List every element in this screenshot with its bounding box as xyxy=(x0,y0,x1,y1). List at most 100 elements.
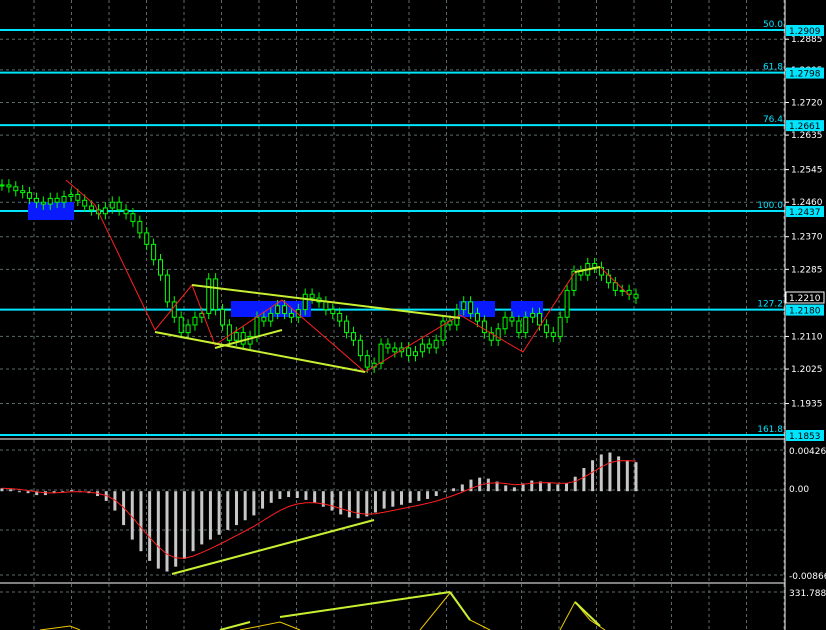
candle-body xyxy=(82,199,88,207)
macd-bar xyxy=(17,491,21,493)
macd-bar xyxy=(469,479,473,492)
candle-body xyxy=(509,316,515,322)
macd-bar xyxy=(443,491,447,493)
macd-bar xyxy=(452,488,456,492)
candle-body xyxy=(337,312,343,322)
candle-body xyxy=(468,301,474,314)
macd-bar xyxy=(339,491,343,515)
candle-body xyxy=(61,195,67,203)
macd-bar xyxy=(295,491,299,498)
candle-body xyxy=(123,209,129,215)
candle-body xyxy=(144,232,150,245)
candle-body xyxy=(151,243,157,261)
macd-bar xyxy=(382,491,386,509)
macd-bar xyxy=(547,482,551,492)
macd-bar xyxy=(582,467,586,492)
macd-bar xyxy=(208,491,212,540)
candle-body xyxy=(412,351,418,357)
candle-body xyxy=(75,194,81,201)
fib-ratio-label: 61.8 xyxy=(763,63,783,73)
macd-bar xyxy=(634,462,638,492)
candle-body xyxy=(392,347,398,353)
price-tick-label: 1.2635 xyxy=(791,131,823,141)
current-price-label: 1.2210 xyxy=(789,294,821,304)
macd-bar xyxy=(373,491,377,513)
candle-body xyxy=(116,201,122,211)
macd-bar xyxy=(148,491,152,561)
fib-price-label: 1.1853 xyxy=(789,432,821,442)
macd-bar xyxy=(139,491,143,552)
fib-ratio-label: 161.8 xyxy=(757,425,783,435)
macd-bar xyxy=(573,476,577,492)
macd-bar xyxy=(182,491,186,559)
macd-bar xyxy=(565,483,569,492)
candle-body xyxy=(275,305,281,314)
macd-bar xyxy=(287,491,291,498)
candle-body xyxy=(68,194,74,197)
candle-body xyxy=(261,316,267,322)
candle-body xyxy=(537,312,543,326)
candle-body xyxy=(6,184,12,188)
candle-body xyxy=(226,324,232,341)
current-price-box: 1.2210 xyxy=(785,291,825,304)
candle-body xyxy=(13,186,19,192)
candle-body xyxy=(137,220,143,234)
zone-rect xyxy=(28,202,74,220)
candle-body xyxy=(240,332,246,345)
oscillator-axis-top: 331.7881 xyxy=(789,589,826,599)
macd-bar xyxy=(304,491,308,500)
macd-bar xyxy=(69,490,73,492)
macd-bar xyxy=(599,454,603,492)
candle-body xyxy=(40,201,46,205)
candle-body xyxy=(89,205,95,211)
fib-price-label: 1.2661 xyxy=(789,122,821,132)
candle-body xyxy=(130,213,136,222)
candle-body xyxy=(192,316,198,326)
macd-bar xyxy=(591,460,595,492)
price-tick-label: 1.2285 xyxy=(791,265,823,275)
macd-axis-top: 0.00426 xyxy=(789,447,826,457)
candle-body xyxy=(233,332,239,341)
fib-ratio-label: 50.0 xyxy=(763,20,783,30)
macd-bar xyxy=(486,478,490,492)
candle-body xyxy=(254,316,260,337)
macd-axis-bottom: -0.00866 xyxy=(789,572,826,582)
candle-body xyxy=(550,332,556,337)
candle-body xyxy=(178,316,184,334)
price-tick-label: 1.2110 xyxy=(791,332,823,342)
fib-ratio-label: 127.2 xyxy=(757,300,783,310)
candle-body xyxy=(481,320,487,334)
macd-bar xyxy=(512,487,516,492)
candle-body xyxy=(502,316,508,330)
candle-body xyxy=(158,259,163,276)
price-tick-label: 1.2720 xyxy=(791,98,823,108)
candle-body xyxy=(20,190,26,194)
fib-ratio-label: 76.4 xyxy=(763,115,783,125)
candle-body xyxy=(0,184,5,187)
oscillator-axis: 331.7881 xyxy=(789,589,826,599)
macd-bar xyxy=(478,477,482,492)
trading-chart[interactable]: 1.28851.28051.27201.26351.25451.24601.23… xyxy=(0,0,826,630)
macd-bar xyxy=(330,491,334,511)
candle-body xyxy=(282,305,288,314)
candle-body xyxy=(54,197,60,203)
price-tick-label: 1.2545 xyxy=(791,166,823,176)
candle-body xyxy=(309,293,315,299)
candle-body xyxy=(419,343,425,353)
candle-body xyxy=(109,201,115,209)
macd-axis-zero: 0.00 xyxy=(789,485,809,495)
candle-body xyxy=(461,301,467,311)
macd-bar xyxy=(625,460,629,492)
candle-body xyxy=(378,343,384,364)
macd-bar xyxy=(530,480,534,492)
macd-bar xyxy=(26,491,30,494)
candle-body xyxy=(426,343,432,349)
candle-body xyxy=(206,278,212,314)
candle-body xyxy=(564,289,570,318)
macd-bar xyxy=(391,491,395,507)
candle-body xyxy=(523,316,529,334)
macd-bar xyxy=(347,491,351,518)
candle-body xyxy=(330,309,336,314)
fib-price-label: 1.2798 xyxy=(789,70,821,80)
candle-body xyxy=(33,197,39,203)
